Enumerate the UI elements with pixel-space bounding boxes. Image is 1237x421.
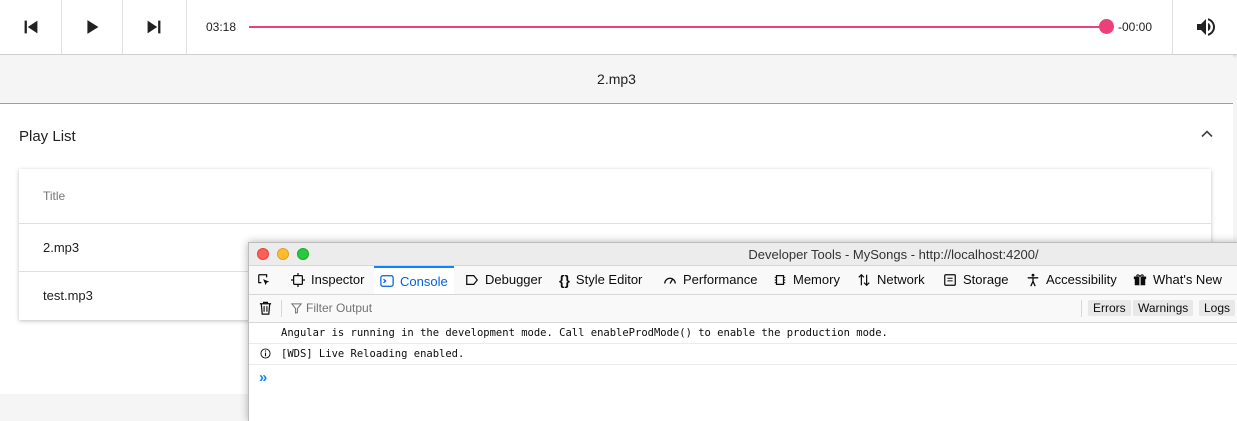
now-playing-bar: 2.mp3: [0, 55, 1233, 104]
tab-storage[interactable]: Storage: [943, 266, 1009, 293]
errors-filter-button[interactable]: Errors: [1088, 300, 1131, 316]
console-message: Angular is running in the development mo…: [249, 323, 1237, 344]
tab-label: Debugger: [485, 272, 543, 287]
tab-inspector[interactable]: Inspector: [291, 266, 364, 293]
element-picker-button[interactable]: [257, 266, 271, 293]
logs-filter-button[interactable]: Logs: [1199, 300, 1236, 316]
now-playing-title: 2.mp3: [597, 71, 636, 87]
progress-track[interactable]: [249, 26, 1107, 28]
console-toolbar: Filter Output Errors Warnings Logs: [249, 295, 1237, 323]
devtools-window: Developer Tools - MySongs - http://local…: [248, 242, 1237, 421]
console-message: [WDS] Live Reloading enabled.: [249, 344, 1237, 365]
console-input-prompt[interactable]: »: [259, 369, 267, 386]
skip-previous-icon: [24, 20, 37, 34]
devtools-tab-bar: Inspector Console Debugger {} Style Edit…: [249, 266, 1237, 295]
filter-placeholder: Filter Output: [306, 301, 373, 315]
remaining-time: -00:00: [1118, 20, 1153, 34]
devtools-window-title: Developer Tools - MySongs - http://local…: [748, 247, 1039, 262]
tab-debugger[interactable]: Debugger: [465, 266, 542, 293]
console-icon: [380, 275, 394, 287]
memory-icon: [774, 274, 786, 285]
element-picker-icon: [258, 273, 270, 285]
gift-icon: [1133, 273, 1147, 285]
tab-label: Accessibility: [1046, 272, 1117, 287]
play-icon: [86, 20, 98, 34]
network-icon: [858, 273, 870, 286]
tab-label: Inspector: [311, 272, 365, 287]
tab-label: Network: [877, 272, 925, 287]
debugger-icon: [466, 274, 479, 285]
style-editor-icon: {}: [559, 271, 570, 288]
accessibility-icon: [1027, 273, 1039, 286]
tab-label: Console: [400, 273, 448, 289]
devtools-titlebar[interactable]: Developer Tools - MySongs - http://local…: [249, 243, 1237, 266]
column-header-title: Title: [43, 189, 66, 203]
toolbar-divider: [1081, 300, 1082, 317]
console-message-text: [WDS] Live Reloading enabled.: [281, 348, 465, 360]
filter-icon: [291, 302, 302, 314]
current-time: 03:18: [206, 20, 237, 34]
previous-button[interactable]: [0, 0, 62, 54]
tab-console[interactable]: Console: [374, 266, 454, 294]
info-icon: [260, 348, 271, 359]
tab-label: Memory: [793, 272, 840, 287]
row-title: test.mp3: [43, 288, 93, 303]
tab-performance[interactable]: Performance: [663, 266, 757, 293]
trash-icon[interactable]: [258, 300, 273, 316]
volume-icon: [1196, 18, 1215, 36]
row-title: 2.mp3: [43, 240, 80, 255]
filter-output-input[interactable]: Filter Output: [291, 301, 372, 315]
progress-thumb[interactable]: [1099, 19, 1114, 34]
console-message-text: Angular is running in the development mo…: [281, 327, 888, 339]
inspector-icon: [291, 272, 305, 287]
toolbar-divider: [281, 300, 282, 317]
tab-label: Performance: [683, 272, 758, 287]
tab-label: Storage: [963, 272, 1009, 287]
next-button[interactable]: [122, 0, 187, 54]
play-button[interactable]: [61, 0, 123, 54]
warnings-filter-button[interactable]: Warnings: [1133, 300, 1194, 316]
skip-next-icon: [147, 20, 161, 34]
audio-player-bar: 03:18 -00:00: [0, 0, 1237, 55]
tab-label: Style Editor: [575, 272, 643, 287]
tab-label: What's New: [1153, 272, 1222, 287]
storage-icon: [944, 273, 956, 286]
chevron-up-icon[interactable]: [1199, 126, 1215, 142]
performance-icon: [664, 277, 676, 284]
tab-accessibility[interactable]: Accessibility: [1026, 266, 1117, 293]
volume-button[interactable]: [1172, 0, 1237, 54]
tab-memory[interactable]: Memory: [773, 266, 840, 293]
playlist-title: Play List: [19, 128, 76, 145]
tab-network[interactable]: Network: [857, 266, 925, 293]
tab-style-editor[interactable]: {} Style Editor: [559, 266, 642, 293]
tab-whats-new[interactable]: What's New: [1133, 266, 1222, 293]
